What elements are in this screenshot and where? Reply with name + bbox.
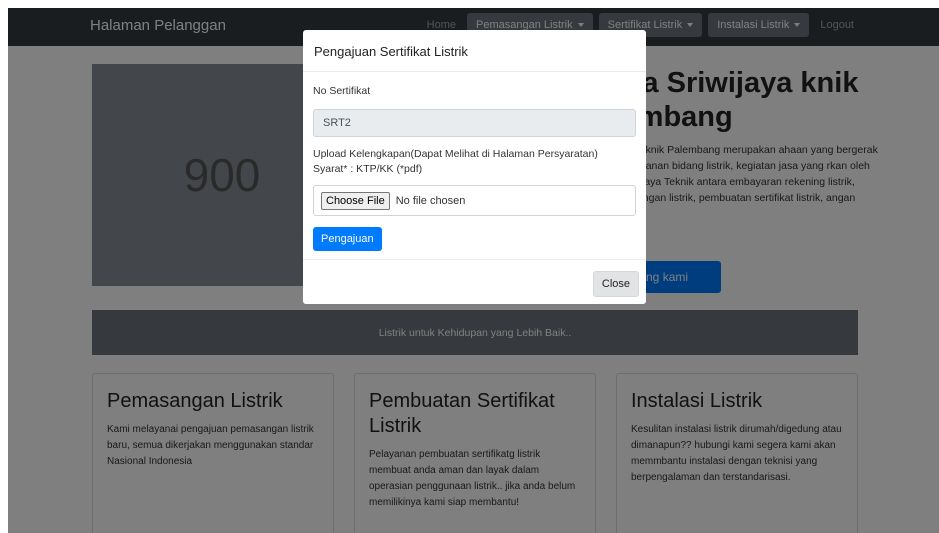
close-button[interactable]: Close <box>592 271 639 297</box>
certificate-number-field[interactable]: SRT2 <box>313 109 636 137</box>
submit-request-button[interactable]: Pengajuan <box>313 227 382 251</box>
file-input[interactable]: Choose File No file chosen <box>313 185 636 216</box>
modal-title: Pengajuan Sertifikat Listrik <box>314 44 468 59</box>
upload-hint: Syarat* : KTP/KK (*pdf) <box>313 163 423 175</box>
file-status: No file chosen <box>395 194 466 207</box>
certificate-number-label: No Sertifikat <box>313 85 371 97</box>
modal-footer: Close <box>303 259 646 304</box>
modal-body: No Sertifikat SRT2 Upload Kelengkapan(Da… <box>303 72 646 251</box>
modal-header: Pengajuan Sertifikat Listrik <box>303 30 646 72</box>
certificate-request-modal: Pengajuan Sertifikat Listrik No Sertifik… <box>303 30 646 304</box>
certificate-number-value: SRT2 <box>323 117 351 129</box>
upload-label: Upload Kelengkapan(Dapat Melihat di Hala… <box>313 148 598 160</box>
page: Halaman Pelanggan Home Pemasangan Listri… <box>8 8 939 533</box>
choose-file-button[interactable]: Choose File <box>321 191 390 210</box>
